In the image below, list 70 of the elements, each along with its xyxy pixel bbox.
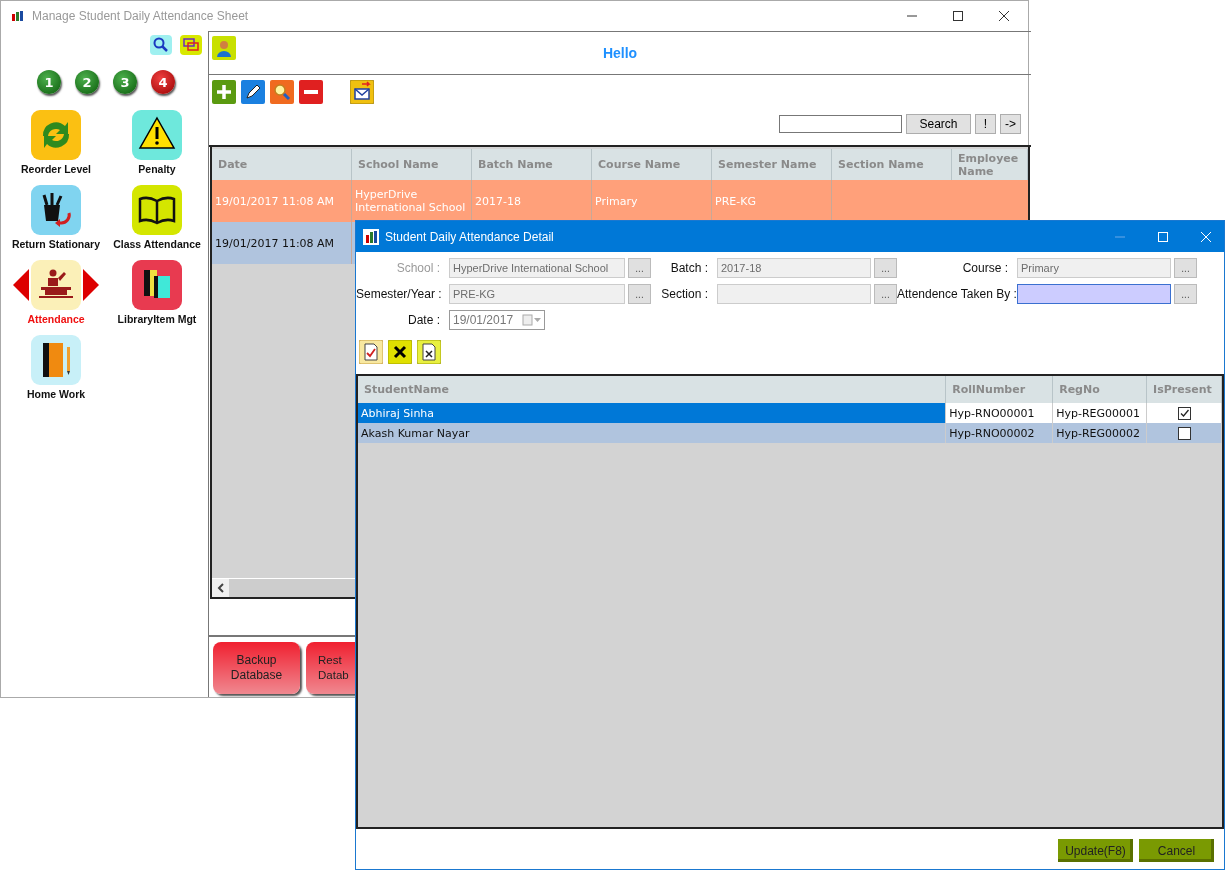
minus-icon[interactable] bbox=[299, 80, 323, 104]
module-button[interactable]: Reorder Level bbox=[21, 110, 91, 175]
text-field[interactable]: 2017-18 bbox=[717, 258, 871, 278]
table-cell[interactable]: Abhiraj Sinha bbox=[358, 403, 947, 423]
module-button[interactable]: Home Work bbox=[26, 335, 86, 400]
dialog-button[interactable]: Update(F8) bbox=[1058, 839, 1133, 862]
mail-export-icon[interactable] bbox=[350, 80, 374, 104]
table-cell: Hyp-REG00002 bbox=[1053, 423, 1148, 443]
browse-button[interactable]: ... bbox=[874, 258, 897, 278]
right-arrow-icon bbox=[83, 269, 99, 301]
page-button[interactable]: 1 bbox=[37, 70, 61, 94]
page-button[interactable]: 3 bbox=[113, 70, 137, 94]
field-label: Date : bbox=[407, 313, 441, 327]
toolbar-button[interactable]: -> bbox=[1000, 114, 1021, 134]
field-label: Batch : bbox=[669, 261, 709, 275]
warning-icon bbox=[132, 110, 182, 160]
window-title: Manage Student Daily Attendance Sheet bbox=[32, 9, 249, 23]
module-button[interactable]: Penalty bbox=[132, 110, 182, 175]
books-icon bbox=[132, 260, 182, 310]
close-icon[interactable] bbox=[388, 340, 412, 364]
checkbox[interactable] bbox=[1177, 406, 1191, 420]
dialog-button[interactable]: Cancel bbox=[1139, 839, 1214, 862]
field-label: Course : bbox=[961, 261, 1009, 275]
toolbar-button[interactable]: ! bbox=[975, 114, 996, 134]
desk-icon bbox=[31, 260, 81, 310]
greeting-text: Hello bbox=[602, 45, 638, 61]
checked-document-icon[interactable] bbox=[359, 340, 383, 364]
add-icon[interactable] bbox=[212, 80, 236, 104]
date-field[interactable]: 19/01/2017 bbox=[449, 310, 545, 330]
windows-icon[interactable] bbox=[180, 35, 202, 55]
scroll-left-icon[interactable] bbox=[212, 579, 229, 597]
pencil-cup-icon bbox=[31, 185, 81, 235]
browse-button[interactable]: ... bbox=[1174, 258, 1197, 278]
field-label: Semester/Year : bbox=[356, 287, 443, 301]
browse-button[interactable]: ... bbox=[874, 284, 897, 304]
search-icon[interactable] bbox=[270, 80, 294, 104]
page-button[interactable]: 2 bbox=[75, 70, 99, 94]
page-button[interactable]: 4 bbox=[151, 70, 175, 94]
pencil-icon[interactable] bbox=[241, 80, 265, 104]
checkbox[interactable] bbox=[1177, 426, 1191, 440]
module-button[interactable]: Return Stationary bbox=[11, 185, 101, 250]
field-label: School : bbox=[395, 261, 441, 275]
module-button[interactable]: Attendance bbox=[27, 260, 85, 325]
table-cell: 19/01/2017 11:08 AM bbox=[212, 222, 352, 264]
maximize-icon[interactable] bbox=[952, 10, 964, 22]
table-cell: Hyp-RNO00002 bbox=[946, 423, 1054, 443]
dialog-title: Student Daily Attendance Detail bbox=[385, 229, 554, 244]
search-field[interactable] bbox=[779, 115, 902, 133]
sync-arrows-icon bbox=[31, 110, 81, 160]
text-field[interactable] bbox=[1017, 284, 1171, 304]
browse-button[interactable]: ... bbox=[1174, 284, 1197, 304]
document-x-icon[interactable] bbox=[417, 340, 441, 364]
table-cell[interactable]: Akash Kumar Nayar bbox=[358, 423, 947, 443]
browse-button[interactable]: ... bbox=[628, 284, 651, 304]
app-logo-icon bbox=[12, 11, 24, 21]
app-logo-icon bbox=[363, 228, 379, 245]
text-field[interactable]: Primary bbox=[1017, 258, 1171, 278]
notebook-icon bbox=[31, 335, 81, 385]
module-button[interactable]: LibraryItem Mgt bbox=[117, 260, 197, 325]
close-icon[interactable] bbox=[998, 10, 1010, 22]
database-button[interactable]: Backup Database bbox=[213, 642, 300, 694]
search-icon[interactable] bbox=[150, 35, 172, 55]
book-icon bbox=[132, 185, 182, 235]
user-icon[interactable] bbox=[212, 36, 236, 60]
field-label: Section : bbox=[660, 287, 709, 301]
text-field[interactable]: PRE-KG bbox=[449, 284, 625, 304]
left-arrow-icon bbox=[13, 269, 29, 301]
module-button[interactable]: Class Attendance bbox=[113, 185, 201, 250]
field-label: Attendence Taken By : bbox=[897, 287, 1017, 301]
search-button[interactable]: Search bbox=[906, 114, 971, 134]
